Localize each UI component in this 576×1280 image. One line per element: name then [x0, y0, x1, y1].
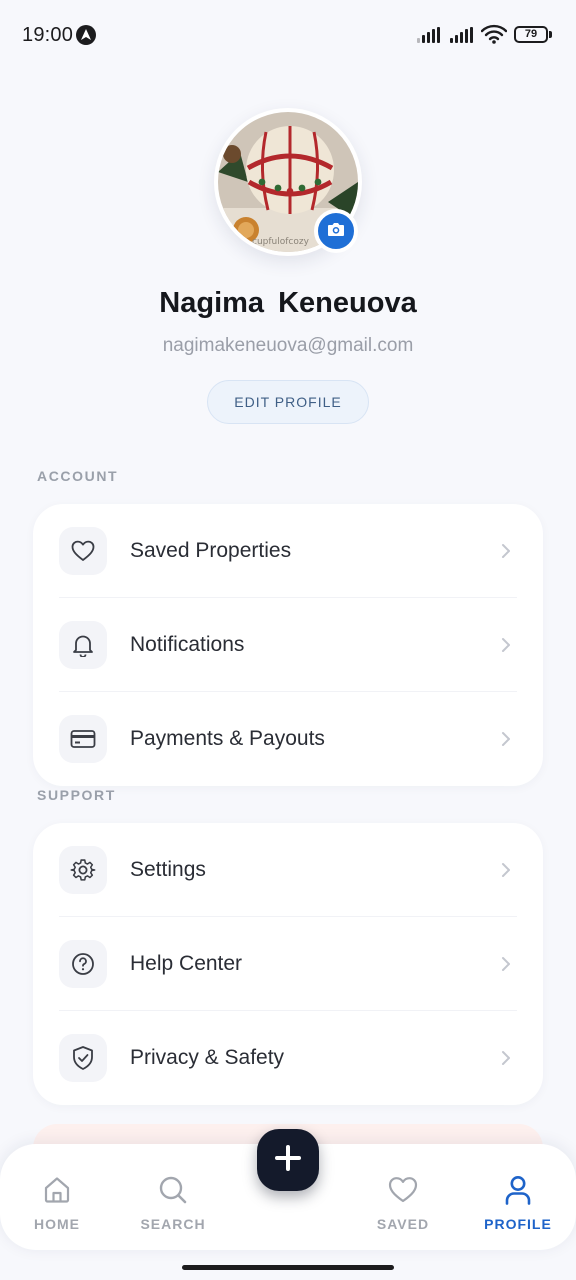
cell-signal-icon: [417, 27, 440, 43]
row-label: Settings: [130, 858, 206, 881]
profile-name: Nagima Keneuova: [159, 287, 417, 319]
row-label: Notifications: [130, 633, 245, 656]
profile-email: nagimakeneuova@gmail.com: [162, 335, 414, 356]
chevron-right-icon: [499, 862, 513, 878]
account-card: Saved Properties Notifications Payments …: [33, 504, 543, 786]
edit-profile-button[interactable]: EDIT PROFILE: [207, 380, 369, 424]
user-icon: [502, 1174, 534, 1206]
section-label-support: SUPPORT: [37, 787, 116, 803]
row-label: Privacy & Safety: [130, 1046, 285, 1069]
wifi-icon: [480, 24, 508, 49]
row-label: Payments & Payouts: [130, 727, 325, 750]
home-icon: [41, 1174, 73, 1206]
row-payments-payouts[interactable]: Payments & Payouts: [33, 692, 543, 786]
avatar-watermark: cupfulofcozy: [252, 237, 310, 247]
help-circle-icon: [59, 940, 107, 988]
navigation-icon: [76, 25, 96, 45]
status-bar: 19:00 79: [0, 0, 576, 70]
chevron-right-icon: [499, 543, 513, 559]
add-button[interactable]: [257, 1129, 319, 1191]
change-photo-button[interactable]: [314, 209, 358, 253]
nav-label: HOME: [34, 1216, 80, 1232]
home-indicator[interactable]: [182, 1265, 394, 1270]
nav-saved[interactable]: SAVED: [348, 1144, 458, 1250]
nav-label: PROFILE: [484, 1216, 552, 1232]
chevron-right-icon: [499, 1050, 513, 1066]
bell-icon: [59, 621, 107, 669]
credit-card-icon: [59, 715, 107, 763]
nav-label: SEARCH: [140, 1216, 206, 1232]
battery-tip: [549, 31, 552, 38]
nav-home[interactable]: HOME: [2, 1144, 112, 1250]
heart-icon: [59, 527, 107, 575]
section-label-account: ACCOUNT: [37, 468, 119, 484]
row-label: Help Center: [130, 952, 243, 975]
plus-icon: [274, 1144, 302, 1177]
row-settings[interactable]: Settings: [33, 823, 543, 917]
chevron-right-icon: [499, 637, 513, 653]
row-privacy-safety[interactable]: Privacy & Safety: [33, 1011, 543, 1105]
row-label: Saved Properties: [130, 539, 292, 562]
nav-label: SAVED: [376, 1216, 430, 1232]
gear-icon: [59, 846, 107, 894]
search-icon: [157, 1174, 189, 1206]
nav-profile[interactable]: PROFILE: [463, 1144, 573, 1250]
row-help-center[interactable]: Help Center: [33, 917, 543, 1011]
battery-indicator: 79: [514, 26, 548, 43]
shield-check-icon: [59, 1034, 107, 1082]
row-saved-properties[interactable]: Saved Properties: [33, 504, 543, 598]
support-card: Settings Help Center Privacy & Safety: [33, 823, 543, 1105]
chevron-right-icon: [499, 731, 513, 747]
nav-search[interactable]: SEARCH: [118, 1144, 228, 1250]
chevron-right-icon: [499, 956, 513, 972]
camera-icon: [327, 221, 345, 242]
status-time: 19:00: [22, 24, 74, 46]
cell-signal-icon: [450, 27, 473, 43]
heart-icon: [387, 1174, 419, 1206]
row-notifications[interactable]: Notifications: [33, 598, 543, 692]
